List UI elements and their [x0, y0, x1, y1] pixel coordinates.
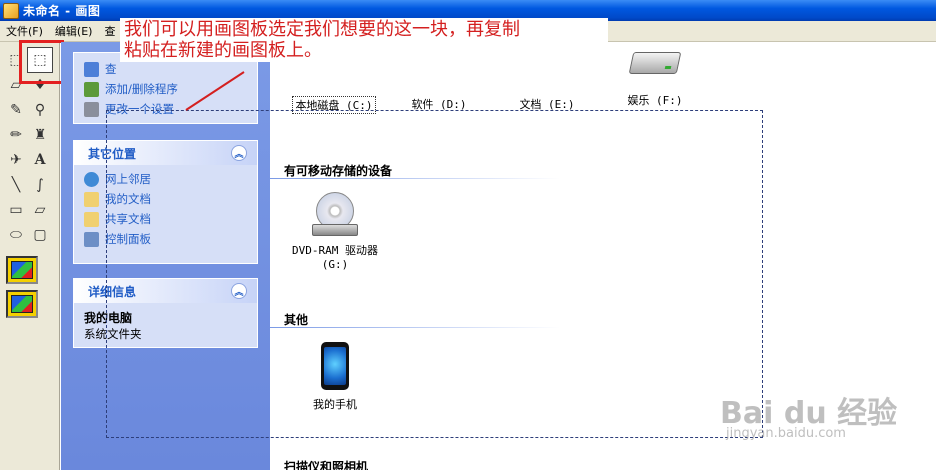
settings-icon: [84, 101, 99, 117]
airbrush-icon[interactable]: ✈: [4, 148, 28, 172]
polygon-tool-icon[interactable]: ▱: [28, 198, 52, 222]
text-tool-icon[interactable]: A: [28, 148, 52, 172]
menu-edit[interactable]: 编辑(E): [49, 23, 99, 39]
line-tool-icon[interactable]: ╲: [4, 173, 28, 197]
magnifier-icon[interactable]: ⚲: [28, 98, 52, 122]
window-title: 未命名 - 画图: [23, 4, 101, 18]
brush-icon[interactable]: ♜: [28, 123, 52, 147]
instruction-annotation: 我们可以用画图板选定我们想要的这一块，再复制 粘贴在新建的画图板上。: [120, 18, 608, 62]
view-info-icon: [84, 61, 99, 77]
rectangle-tool-icon[interactable]: ▭: [4, 198, 28, 222]
menu-file[interactable]: 文件(F): [0, 23, 49, 39]
curve-tool-icon[interactable]: ∫: [28, 173, 52, 197]
control-panel-icon: [84, 231, 99, 247]
ellipse-tool-icon[interactable]: ⬭: [4, 223, 28, 247]
selection-marquee[interactable]: [106, 110, 763, 438]
folder-icon: [84, 191, 99, 207]
annotation-line-2: 粘贴在新建的画图板上。: [124, 40, 322, 61]
shared-folder-icon: [84, 211, 99, 227]
drive-f[interactable]: 娱乐 (F:): [615, 52, 695, 108]
drive-e[interactable]: 文档 (E:): [507, 70, 587, 112]
network-icon: [84, 171, 99, 187]
menu-view[interactable]: 查: [98, 23, 121, 39]
add-remove-icon: [84, 81, 99, 97]
annotation-line-1: 我们可以用画图板选定我们想要的这一块，再复制: [124, 19, 520, 40]
color-picker-icon[interactable]: ✎: [4, 98, 28, 122]
transparent-mode-icon[interactable]: [6, 290, 38, 318]
pencil-icon[interactable]: ✏: [4, 123, 28, 147]
tool-highlight-box: [19, 40, 64, 84]
opaque-mode-icon[interactable]: [6, 256, 38, 284]
hard-disk-icon: [628, 52, 682, 74]
baidu-watermark-url: jingyan.baidu.com: [726, 426, 846, 441]
annotation-arrow: [185, 71, 245, 111]
paint-app-icon: [3, 2, 19, 19]
scanners-section-title: 扫描仪和照相机: [284, 460, 369, 470]
drive-d[interactable]: 软件 (D:): [399, 70, 479, 112]
drive-c[interactable]: 本地磁盘 (C:): [289, 70, 379, 114]
rounded-rect-tool-icon[interactable]: ▢: [28, 223, 52, 247]
tool-box: ⬚ ⬚ ▱ ♦ ✎ ⚲ ✏ ♜ ✈ A ╲ ∫ ▭ ▱ ⬭ ▢: [0, 42, 60, 470]
